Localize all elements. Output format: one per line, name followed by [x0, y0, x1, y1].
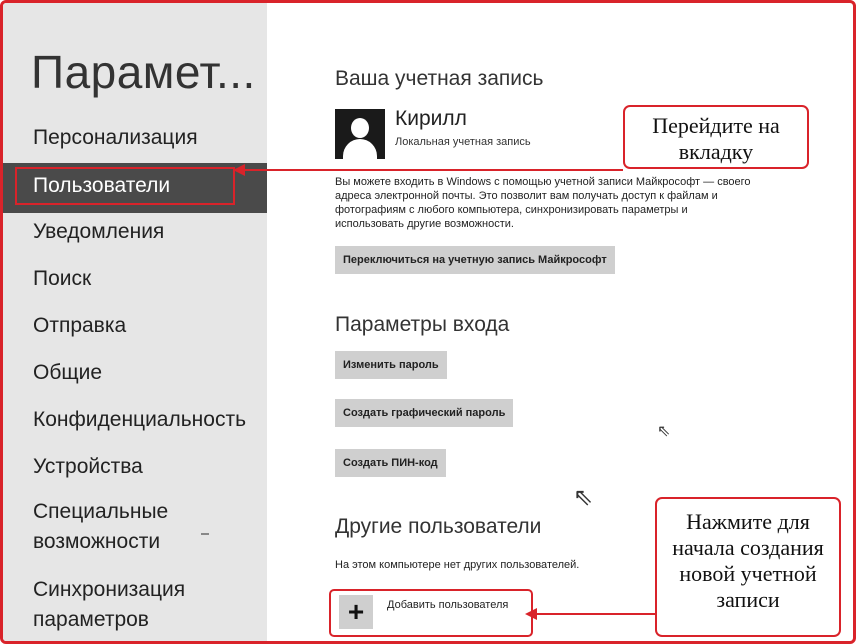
annotation-arrow-head — [525, 608, 537, 620]
sidebar-item-users[interactable]: Пользователи — [3, 163, 267, 213]
sidebar-item-label: Пользователи — [15, 167, 235, 205]
callout-add-user: Нажмите для начала создания новой учетно… — [655, 497, 841, 637]
add-user-highlight: + Добавить пользователя — [329, 589, 533, 637]
sidebar-item-privacy[interactable]: Конфиденциальность — [33, 405, 246, 435]
user-avatar-icon — [335, 109, 385, 159]
annotation-arrow-line — [533, 613, 655, 615]
signin-section-title: Параметры входа — [335, 313, 510, 336]
sidebar-item-general[interactable]: Общие — [33, 358, 102, 388]
sidebar-item-devices[interactable]: Устройства — [33, 452, 143, 482]
sidebar-item-share[interactable]: Отправка — [33, 311, 126, 341]
sidebar-item-personalization[interactable]: Персонализация — [33, 123, 198, 153]
no-other-users-text: На этом компьютере нет других пользовате… — [335, 559, 580, 571]
screenshot-frame: Парамет... Персонализация Пользователи У… — [0, 0, 856, 644]
annotation-arrow-line — [243, 169, 623, 171]
other-users-section-title: Другие пользователи — [335, 515, 542, 538]
sidebar-item-accessibility[interactable]: Специальные возможности — [33, 497, 203, 557]
create-pin-button[interactable]: Создать ПИН-код — [335, 449, 446, 477]
sidebar-item-search[interactable]: Поиск — [33, 264, 91, 294]
account-type: Локальная учетная запись — [395, 136, 531, 148]
account-section-title: Ваша учетная запись — [335, 67, 544, 90]
sidebar-item-notifications[interactable]: Уведомления — [33, 217, 164, 247]
page-title: Парамет... — [31, 46, 256, 98]
mouse-pointer-icon: ⇖ — [657, 423, 671, 440]
add-user-label[interactable]: Добавить пользователя — [387, 599, 508, 611]
scroll-indicator — [201, 533, 209, 535]
create-picture-password-button[interactable]: Создать графический пароль — [335, 399, 514, 427]
switch-microsoft-account-button[interactable]: Переключиться на учетную запись Майкросо… — [335, 246, 615, 274]
change-password-button[interactable]: Изменить пароль — [335, 351, 447, 379]
settings-sidebar: Парамет... Персонализация Пользователи У… — [3, 3, 267, 641]
callout-go-to-tab: Перейдите на вкладку — [623, 105, 809, 169]
annotation-arrow-head — [233, 164, 245, 176]
user-name: Кирилл — [395, 107, 467, 130]
account-description: Вы можете входить в Windows с помощью уч… — [335, 176, 751, 230]
add-user-button[interactable]: + — [339, 595, 373, 629]
sidebar-item-sync[interactable]: Синхронизация параметров — [33, 575, 223, 635]
mouse-pointer-icon: ⇖ — [573, 484, 594, 511]
